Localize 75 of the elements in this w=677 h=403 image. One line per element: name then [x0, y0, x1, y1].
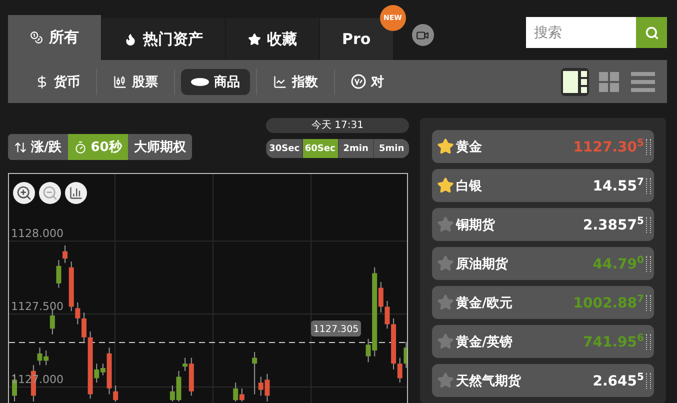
search-field[interactable]: 搜索 [526, 17, 636, 48]
subcategory-tab[interactable]: 对 [334, 68, 400, 94]
chart-type-button[interactable] [65, 182, 87, 204]
asset-row[interactable]: 原油期货 44.79$^{0}$ [432, 247, 654, 280]
drag-handle-icon[interactable] [646, 256, 651, 272]
grid-view-icon [599, 72, 619, 92]
drag-handle-icon[interactable] [646, 372, 651, 388]
bar-chart-icon [69, 186, 83, 200]
camera-icon [416, 28, 430, 42]
asset-price: 2.3857$^{5}$ [583, 216, 644, 234]
zoom-in-icon [16, 185, 32, 201]
circle-icon [351, 74, 366, 89]
search-button[interactable] [636, 17, 667, 48]
asset-price: 741.95$^{6}$ [583, 332, 644, 350]
search-icon [644, 26, 658, 40]
favorite-star-icon[interactable] [437, 216, 454, 233]
asset-row[interactable]: 黄金/英镑 741.95$^{6}$ [432, 325, 654, 358]
asset-row[interactable]: 白银 14.55$^{7}$ [432, 169, 654, 202]
bar-icon [191, 78, 209, 86]
view-mode-button[interactable] [561, 68, 589, 96]
favorite-star-icon[interactable] [437, 333, 454, 350]
up-down-icon [14, 140, 27, 154]
category-tab[interactable]: 所有 [8, 15, 102, 60]
favorite-star-icon[interactable] [437, 255, 454, 272]
asset-price: 2.645$^{5}$ [592, 372, 644, 390]
price-label: 1127.305 [311, 320, 361, 336]
asset-price: 44.79$^{0}$ [592, 254, 644, 272]
time-label: 今天 17:31 [266, 118, 409, 133]
y-tick-label: 1128.000 [11, 227, 64, 240]
dollar-icon [35, 74, 49, 88]
favorite-star-icon[interactable] [437, 177, 454, 194]
interval-tab[interactable]: 5min [373, 139, 409, 158]
subcategory-tab[interactable]: 股票 [96, 68, 174, 94]
y-tick-label: 1127.500 [11, 300, 64, 314]
timer-icon [74, 140, 87, 154]
line-chart-icon [273, 74, 287, 88]
favorite-star-icon[interactable] [437, 372, 454, 389]
asset-name: 黄金 [456, 138, 482, 156]
drag-handle-icon[interactable] [646, 138, 651, 154]
coins-icon [30, 31, 43, 44]
asset-price: 14.55$^{7}$ [592, 176, 644, 194]
asset-name: 黄金/英镑 [456, 334, 513, 350]
zoom-in-button[interactable] [13, 182, 35, 204]
asset-row[interactable]: 铜期货 2.3857$^{5}$ [432, 208, 654, 241]
asset-row[interactable]: 黄金 1127.30$^{5}$ [432, 130, 654, 163]
flame-icon [124, 32, 137, 46]
asset-name: 黄金/欧元 [456, 294, 513, 312]
favorite-star-icon[interactable] [437, 138, 454, 155]
drag-handle-icon[interactable] [646, 216, 651, 232]
camera-button[interactable] [412, 24, 434, 46]
list-view-icon [631, 72, 655, 92]
asset-price: 1127.30$^{5}$ [573, 138, 644, 156]
asset-name: 白银 [456, 178, 482, 194]
subcategory-tab[interactable]: 指数 [256, 68, 334, 94]
drag-handle-icon[interactable] [646, 294, 651, 310]
ref-line-label: 1127.305 [313, 324, 359, 335]
asset-price: 1002.88$^{7}$ [573, 294, 644, 312]
asset-row[interactable]: 天然气期货 2.645$^{5}$ [432, 364, 654, 397]
split-view-icon [563, 70, 587, 92]
asset-row[interactable]: 黄金/欧元 1002.88$^{7}$ [432, 286, 654, 319]
interval-tab[interactable]: 30Sec [266, 139, 302, 158]
star-icon [248, 32, 261, 46]
drag-handle-icon[interactable] [646, 334, 651, 350]
favorite-star-icon[interactable] [437, 294, 454, 311]
asset-name: 天然气期货 [456, 372, 521, 390]
asset-name: 铜期货 [456, 216, 495, 234]
drag-handle-icon[interactable] [646, 178, 651, 194]
category-tab[interactable]: 收藏 [226, 18, 320, 60]
subcategory-tab[interactable]: 货币 [18, 68, 96, 94]
zoom-out-button[interactable] [39, 182, 61, 204]
asset-name: 原油期货 [456, 256, 508, 272]
category-tab[interactable]: 热门资产 [102, 18, 226, 60]
zoom-out-icon [42, 185, 58, 201]
candle [50, 309, 55, 335]
candlestick-icon [113, 74, 127, 88]
